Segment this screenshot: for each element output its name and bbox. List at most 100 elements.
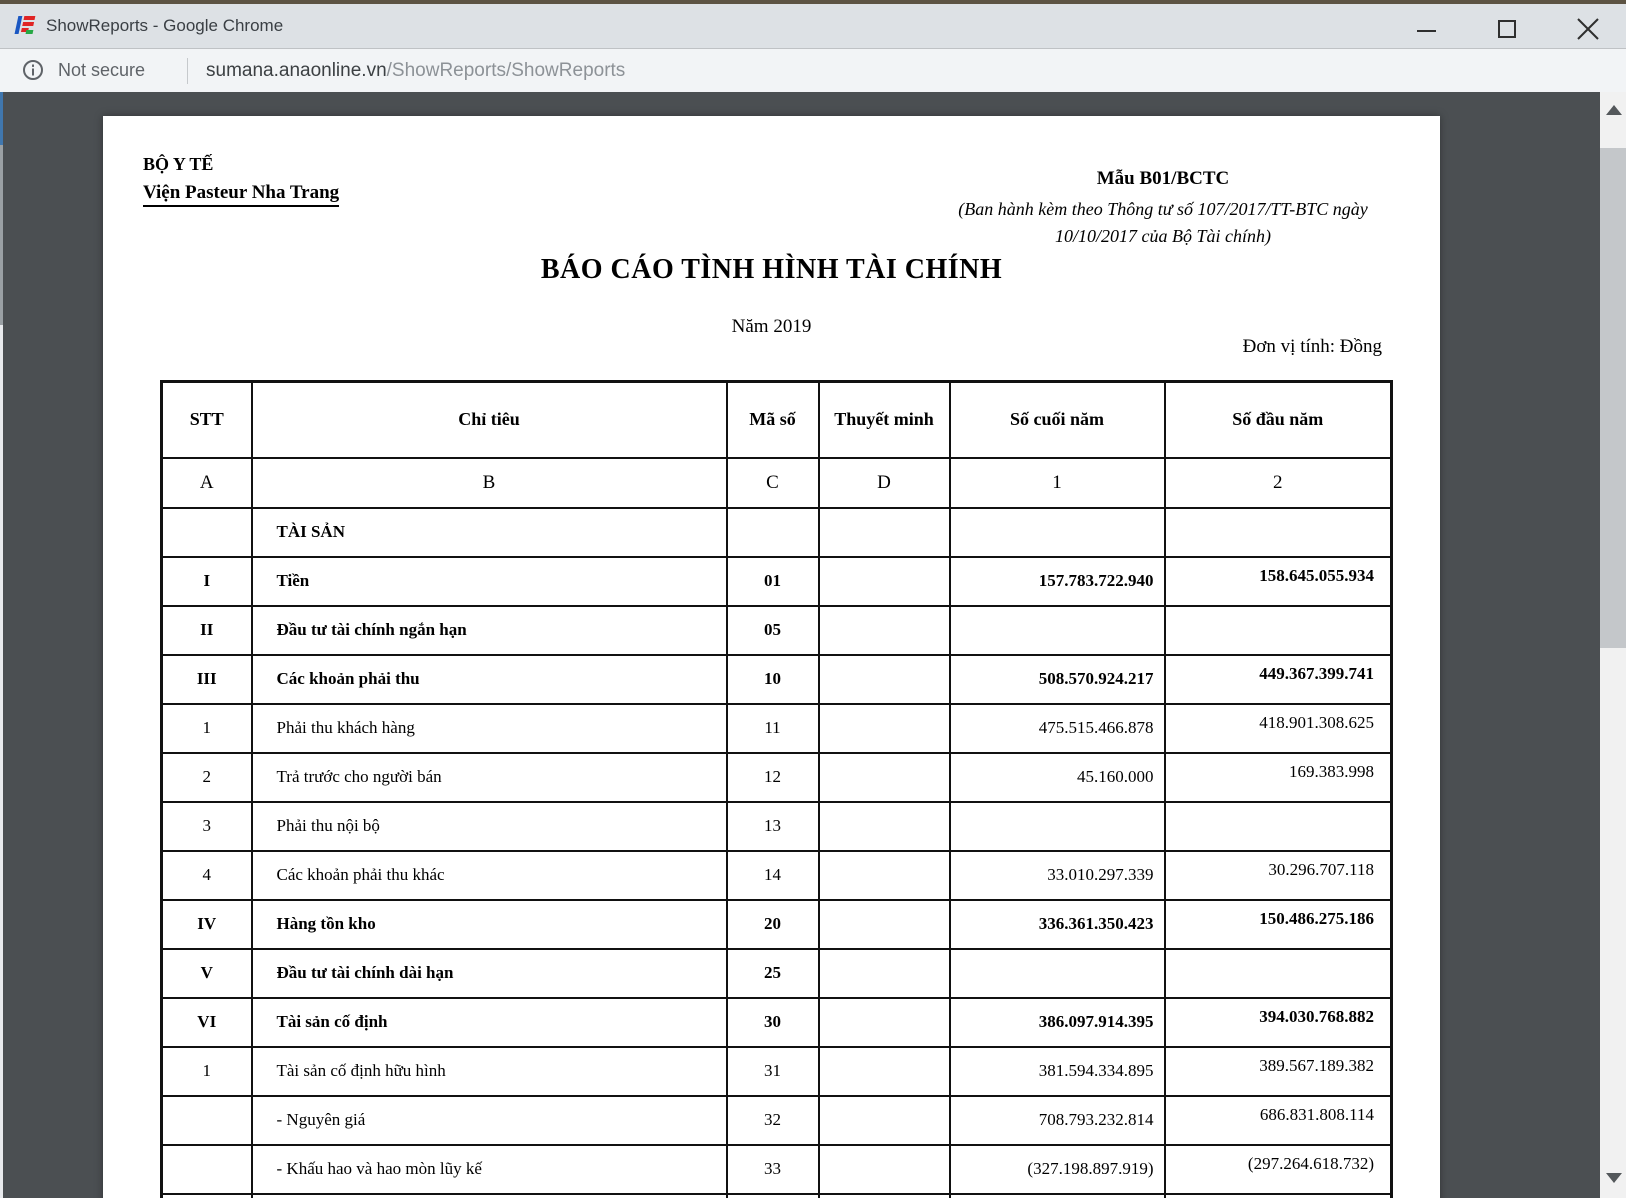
- cell-start_year: 30.296.707.118: [1165, 851, 1392, 900]
- cell-end_year: 157.783.722.940: [950, 557, 1165, 606]
- table-row: VĐầu tư tài chính dài hạn25: [162, 949, 1392, 998]
- form-code: Mẫu B01/BCTC: [933, 168, 1393, 190]
- cell-start_year: 389.567.189.382: [1165, 1047, 1392, 1096]
- address-bar[interactable]: Not secure sumana.anaonline.vn/ShowRepor…: [0, 48, 1626, 92]
- minimize-icon: [1417, 30, 1436, 32]
- browser-window: ShowReports - Google Chrome Not secure s…: [0, 0, 1626, 1198]
- cell-note: [819, 802, 950, 851]
- scroll-down-icon[interactable]: [1606, 1173, 1622, 1183]
- cell-code: 30: [727, 998, 819, 1047]
- cell-start_year: [1165, 508, 1392, 557]
- cell-note: [819, 1145, 950, 1194]
- header-so-dau-nam: Số đầu năm: [1165, 382, 1392, 458]
- header-stt: STT: [162, 382, 252, 458]
- cell-code: 33: [727, 1145, 819, 1194]
- cell-stt: 2: [162, 753, 252, 802]
- cell-end_year: 386.097.914.395: [950, 998, 1165, 1047]
- header-chi-tieu: Chỉ tiêu: [252, 382, 727, 458]
- report-page: BỘ Y TẾ Viện Pasteur Nha Trang Mẫu B01/B…: [103, 116, 1440, 1198]
- table-row: 4Các khoản phải thu khác14 33.010.297.339…: [162, 851, 1392, 900]
- cell-end_year: 475.515.466.878: [950, 704, 1165, 753]
- organization-label: Viện Pasteur Nha Trang: [143, 182, 339, 207]
- cell-end_year: [950, 508, 1165, 557]
- table-row: IIICác khoản phải thu10508.570.924.21744…: [162, 655, 1392, 704]
- scroll-up-icon[interactable]: [1606, 105, 1622, 115]
- cell-stt: [162, 1096, 252, 1145]
- form-note-line1: (Ban hành kèm theo Thông tư số 107/2017/…: [933, 196, 1393, 223]
- window-title: ShowReports - Google Chrome: [46, 4, 283, 48]
- cell-label: Các khoản phải thu khác: [252, 851, 727, 900]
- cell-note: [819, 1194, 950, 1198]
- cell-end_year: 336.361.350.423: [950, 900, 1165, 949]
- cell-note: [819, 606, 950, 655]
- cell-note: [819, 900, 950, 949]
- table-row: VITài sản cố định30386.097.914.395394.03…: [162, 998, 1392, 1047]
- cell-note: [819, 1096, 950, 1145]
- cell-code: 13: [727, 802, 819, 851]
- financial-table: STT Chỉ tiêu Mã số Thuyết minh Số cuối n…: [160, 380, 1393, 1198]
- security-status-label[interactable]: Not secure: [58, 49, 145, 92]
- cell-code: 32: [727, 1096, 819, 1145]
- table-header-row: STT Chỉ tiêu Mã số Thuyết minh Số cuối n…: [162, 382, 1392, 458]
- cell-end_year: (327.198.897.919): [950, 1145, 1165, 1194]
- cell-start_year: 169.383.998: [1165, 753, 1392, 802]
- cell-end_year: 708.793.232.814: [950, 1096, 1165, 1145]
- url-path: /ShowReports/ShowReports: [387, 60, 626, 81]
- cell-end_year: [950, 606, 1165, 655]
- form-note-line2: 10/10/2017 của Bộ Tài chính): [933, 223, 1393, 250]
- cell-end_year: 45.160.000: [950, 753, 1165, 802]
- cell-label: [252, 1194, 727, 1198]
- cell-label: Phải thu nội bộ: [252, 802, 727, 851]
- cell-label: Tài sản cố định hữu hình: [252, 1047, 727, 1096]
- cell-label: Phải thu khách hàng: [252, 704, 727, 753]
- form-note: (Ban hành kèm theo Thông tư số 107/2017/…: [933, 196, 1393, 250]
- left-edge-artifact: [0, 92, 3, 145]
- table-row: TÀI SẢN: [162, 508, 1392, 557]
- cell-note: [819, 998, 950, 1047]
- cell-code: 05: [727, 606, 819, 655]
- table-row: ITiền01157.783.722.940158.645.055.934: [162, 557, 1392, 606]
- maximize-button[interactable]: [1488, 8, 1524, 48]
- close-icon: [1568, 8, 1608, 48]
- cell-end_year: [950, 949, 1165, 998]
- cell-label: Các khoản phải thu: [252, 655, 727, 704]
- cell-note: [819, 557, 950, 606]
- cell-start_year: 449.367.399.741: [1165, 655, 1392, 704]
- close-button[interactable]: [1568, 8, 1608, 48]
- info-icon[interactable]: [22, 59, 44, 81]
- cell-label: Tài sản cố định: [252, 998, 727, 1047]
- table-row: 3Phải thu nội bộ13: [162, 802, 1392, 851]
- table-row: IIĐầu tư tài chính ngắn hạn05: [162, 606, 1392, 655]
- cell-start_year: [1165, 949, 1392, 998]
- cell-label: Đầu tư tài chính ngắn hạn: [252, 606, 727, 655]
- cell-note: [819, 655, 950, 704]
- cell-stt: 4: [162, 851, 252, 900]
- url-field[interactable]: sumana.anaonline.vn/ShowReports/ShowRepo…: [206, 49, 625, 92]
- cell-end_year: 33.010.297.339: [950, 851, 1165, 900]
- cell-code: 31: [727, 1047, 819, 1096]
- scrollbar-thumb[interactable]: [1600, 148, 1626, 648]
- cell-stt: II: [162, 606, 252, 655]
- cell-stt: V: [162, 949, 252, 998]
- table-row: - Khấu hao và hao mòn lũy kế33(327.198.8…: [162, 1145, 1392, 1194]
- cell-end_year: [950, 802, 1165, 851]
- cell-code: 10: [727, 655, 819, 704]
- table-row-partial: [162, 1194, 1392, 1198]
- cell-label: Đầu tư tài chính dài hạn: [252, 949, 727, 998]
- left-edge-artifact: [0, 145, 3, 325]
- cell-start_year: 150.486.275.186: [1165, 900, 1392, 949]
- cell-stt: 1: [162, 704, 252, 753]
- cell-stt: [162, 1145, 252, 1194]
- table-row: 1Tài sản cố định hữu hình31381.594.334.8…: [162, 1047, 1392, 1096]
- vertical-scrollbar[interactable]: [1600, 92, 1626, 1198]
- header-so-cuoi-nam: Số cuối năm: [950, 382, 1165, 458]
- cell-code: 14: [727, 851, 819, 900]
- report-viewer: BỘ Y TẾ Viện Pasteur Nha Trang Mẫu B01/B…: [0, 92, 1626, 1198]
- minimize-button[interactable]: [1408, 8, 1444, 48]
- header-thuyet-minh: Thuyết minh: [819, 382, 950, 458]
- url-divider: [187, 58, 188, 84]
- cell-note: [819, 851, 950, 900]
- key-c: C: [727, 458, 819, 508]
- cell-start_year: 158.645.055.934: [1165, 557, 1392, 606]
- cell-stt: 3: [162, 802, 252, 851]
